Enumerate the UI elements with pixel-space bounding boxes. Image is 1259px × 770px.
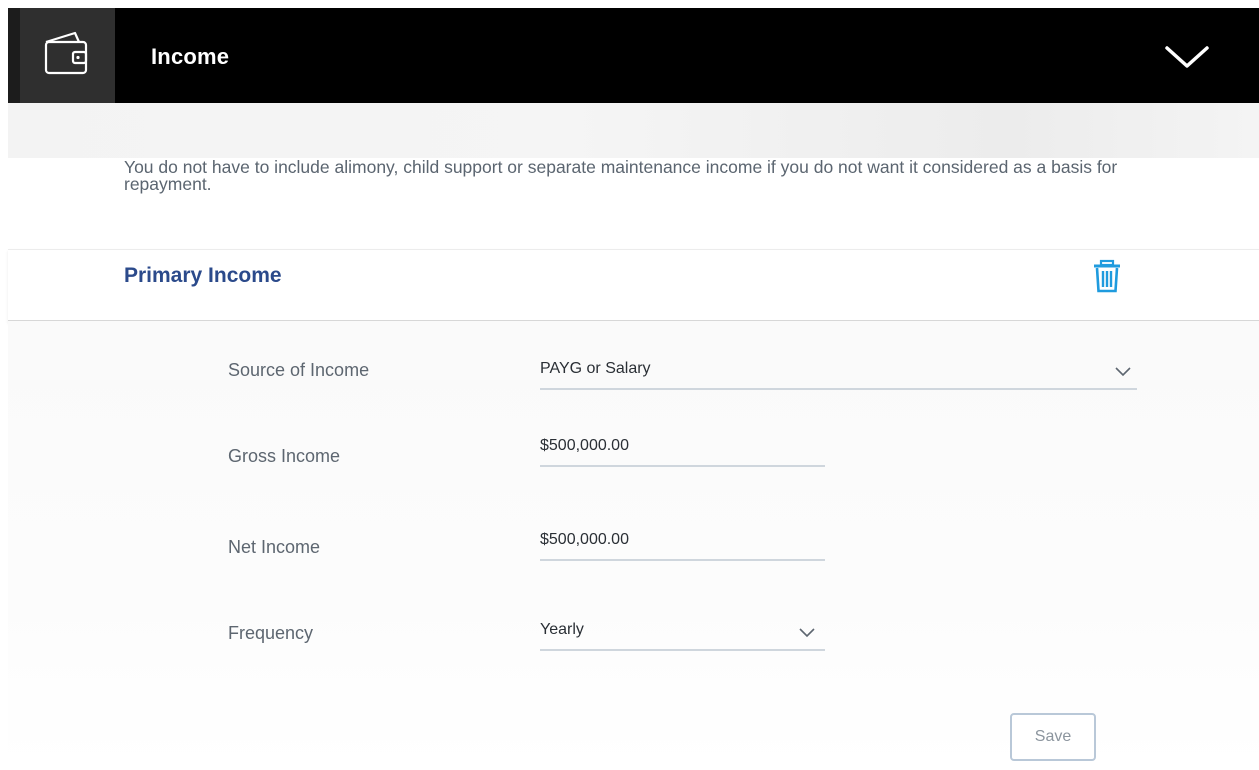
gross-income-input[interactable]: $500,000.00 xyxy=(540,431,825,467)
income-page: Income You do not have to include alimon… xyxy=(0,0,1259,770)
section-title: Primary Income xyxy=(124,264,282,287)
net-income-input[interactable]: $500,000.00 xyxy=(540,525,825,561)
chevron-down-icon xyxy=(1115,364,1131,382)
frequency-select[interactable]: Yearly xyxy=(540,615,825,651)
frequency-value: Yearly xyxy=(540,621,584,638)
delete-income-button[interactable] xyxy=(1090,259,1124,293)
income-notice: You do not have to include alimony, chil… xyxy=(124,157,1118,194)
source-of-income-label: Source of Income xyxy=(228,360,370,380)
income-form: Source of Income PAYG or Salary Gross In… xyxy=(8,321,1259,770)
header-icon-box xyxy=(8,8,115,103)
gross-income-label: Gross Income xyxy=(228,446,341,466)
header-left-strip xyxy=(8,8,20,103)
source-of-income-value: PAYG or Salary xyxy=(540,360,651,377)
net-income-value: $500,000.00 xyxy=(540,531,629,548)
gross-income-value: $500,000.00 xyxy=(540,437,629,454)
collapse-toggle-button[interactable] xyxy=(1163,42,1211,72)
net-income-label: Net Income xyxy=(228,537,321,557)
chevron-down-icon xyxy=(1163,46,1211,76)
source-of-income-select[interactable]: PAYG or Salary xyxy=(540,354,1137,390)
frequency-label: Frequency xyxy=(228,623,314,643)
chevron-down-icon xyxy=(799,625,815,643)
trash-icon xyxy=(1090,259,1124,297)
income-header: Income xyxy=(8,8,1259,103)
save-button[interactable]: Save xyxy=(1010,713,1096,761)
page-title: Income xyxy=(151,44,230,69)
primary-income-section: Primary Income xyxy=(8,249,1259,322)
subheader-band xyxy=(8,103,1259,158)
